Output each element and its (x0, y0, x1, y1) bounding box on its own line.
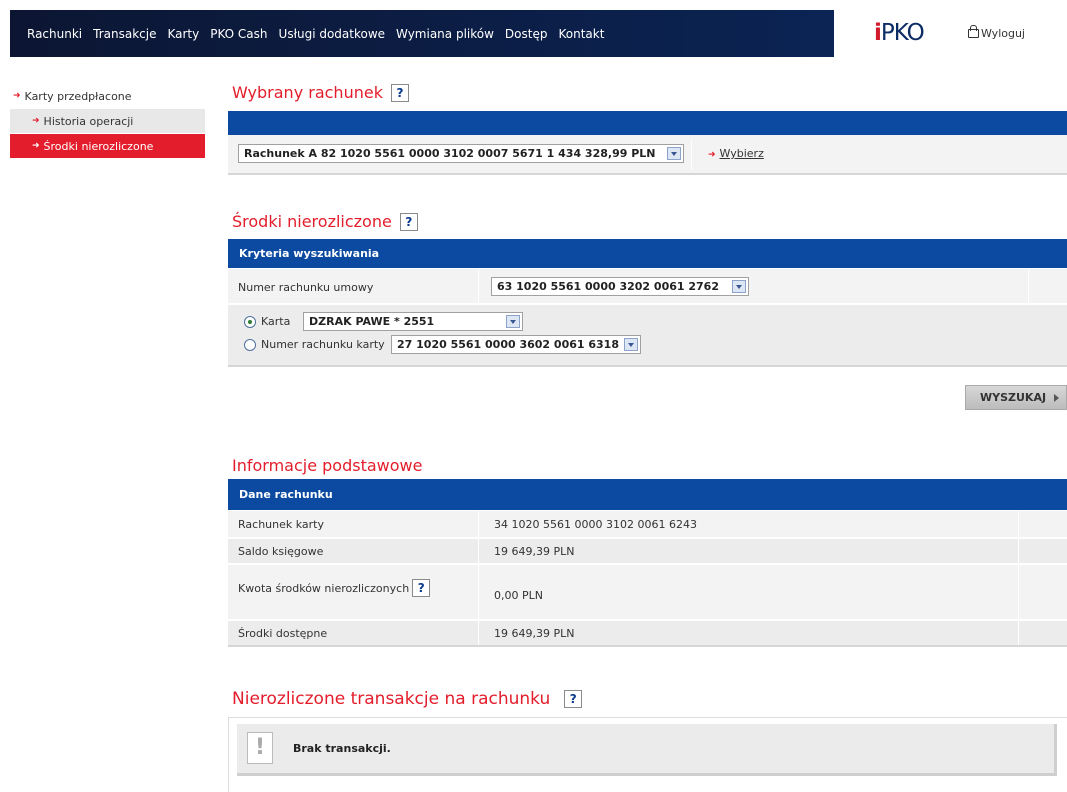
search-button[interactable]: WYSZUKAJ (965, 385, 1067, 410)
account-data-header-bar: Dane rachunku (228, 479, 1067, 510)
help-icon[interactable]: ? (399, 212, 418, 231)
nav-wymiana-plikow[interactable]: Wymiana plików (396, 27, 494, 41)
section-title-wybrany-rachunek: Wybrany rachunek ? (232, 83, 409, 102)
sidebar-item-karty-przedplacone[interactable]: ➜ Karty przedpłacone (10, 84, 205, 109)
help-icon[interactable]: ? (390, 83, 409, 102)
nav-pko-cash[interactable]: PKO Cash (210, 27, 267, 41)
card-account-radio-label: Numer rachunku karty (261, 338, 385, 351)
card-account-radio[interactable] (244, 338, 256, 351)
lock-icon (968, 25, 979, 38)
chevron-down-icon (667, 147, 681, 160)
card-criteria-panel: Karta DZRAK PAWE * 2551 Numer rachunku k… (228, 305, 1067, 367)
help-icon[interactable]: ? (412, 579, 431, 597)
chevron-down-icon (624, 338, 638, 351)
sidebar-item-label: Środki nierozliczone (43, 139, 154, 153)
logout-label: Wyloguj (981, 27, 1025, 40)
nav-karty[interactable]: Karty (167, 27, 199, 41)
chevron-down-icon (732, 280, 746, 293)
main-menu: Rachunki Transakcje Karty PKO Cash Usług… (10, 10, 615, 57)
table-row: Rachunek karty 34 1020 5561 0000 3102 00… (228, 511, 1067, 538)
card-account-select[interactable]: 27 1020 5561 0000 3602 0061 6318 (391, 335, 641, 354)
table-row: Kwota środków nierozliczonych ? 0,00 PLN (228, 565, 1067, 620)
no-transactions-box: ! Brak transakcji. (228, 717, 1067, 792)
section-title-nierozliczone-transakcje: Nierozliczone transakcje na rachunku ? (232, 689, 583, 709)
account-header-bar (228, 111, 1067, 135)
nav-uslugi-dodatkowe[interactable]: Usługi dodatkowe (279, 27, 386, 41)
sidebar: ➜ Karty przedpłacone ➜ Historia operacji… (10, 84, 205, 159)
logout-button[interactable]: Wyloguj (968, 25, 1025, 40)
card-radio[interactable] (244, 315, 256, 328)
logo-area: iPKO Wyloguj (834, 10, 1067, 57)
arrow-right-icon (1054, 393, 1060, 402)
section-title-informacje-podstawowe: Informacje podstawowe (232, 456, 423, 475)
contract-account-select[interactable]: 63 1020 5561 0000 3202 0061 2762 (491, 277, 749, 296)
table-row: Środki dostępne 19 649,39 PLN (228, 621, 1067, 647)
arrow-right-icon: ➜ (13, 91, 21, 101)
section-title-srodki-nierozliczone: Środki nierozliczone ? (232, 212, 418, 231)
arrow-right-icon: ➜ (32, 116, 40, 126)
nav-dostep[interactable]: Dostęp (505, 27, 548, 41)
nav-kontakt[interactable]: Kontakt (558, 27, 604, 41)
chevron-down-icon (506, 315, 520, 328)
sidebar-item-historia-operacji[interactable]: ➜ Historia operacji (10, 109, 205, 134)
help-icon[interactable]: ? (564, 690, 583, 708)
top-navigation: Rachunki Transakcje Karty PKO Cash Usług… (10, 10, 1067, 57)
arrow-right-icon: ➜ (32, 141, 40, 151)
arrow-right-icon: ➜ (708, 150, 716, 160)
warning-icon: ! (247, 732, 273, 764)
sidebar-item-srodki-nierozliczone[interactable]: ➜ Środki nierozliczone (10, 134, 205, 159)
empty-message: Brak transakcji. (293, 742, 391, 755)
ipko-logo[interactable]: iPKO (874, 20, 925, 46)
sidebar-item-label: Karty przedpłacone (24, 89, 132, 103)
nav-rachunki[interactable]: Rachunki (27, 27, 82, 41)
table-row: Saldo księgowe 19 649,39 PLN (228, 539, 1067, 564)
account-panel: Rachunek A 82 1020 5561 0000 3102 0007 5… (228, 135, 1067, 175)
account-select[interactable]: Rachunek A 82 1020 5561 0000 3102 0007 5… (238, 144, 684, 163)
nav-transakcje[interactable]: Transakcje (93, 27, 156, 41)
divider (691, 140, 692, 170)
choose-account-link[interactable]: ➜ Wybierz (708, 147, 764, 160)
criteria-header-bar: Kryteria wyszukiwania (228, 239, 1067, 268)
card-radio-group: Karta (244, 315, 290, 328)
card-radio-label: Karta (261, 315, 291, 328)
contract-account-row: Numer rachunku umowy 63 1020 5561 0000 3… (228, 269, 1067, 304)
card-select[interactable]: DZRAK PAWE * 2551 (303, 312, 523, 331)
contract-account-label: Numer rachunku umowy (238, 281, 374, 294)
card-account-radio-group: Numer rachunku karty (244, 338, 385, 351)
sidebar-item-label: Historia operacji (43, 114, 134, 128)
